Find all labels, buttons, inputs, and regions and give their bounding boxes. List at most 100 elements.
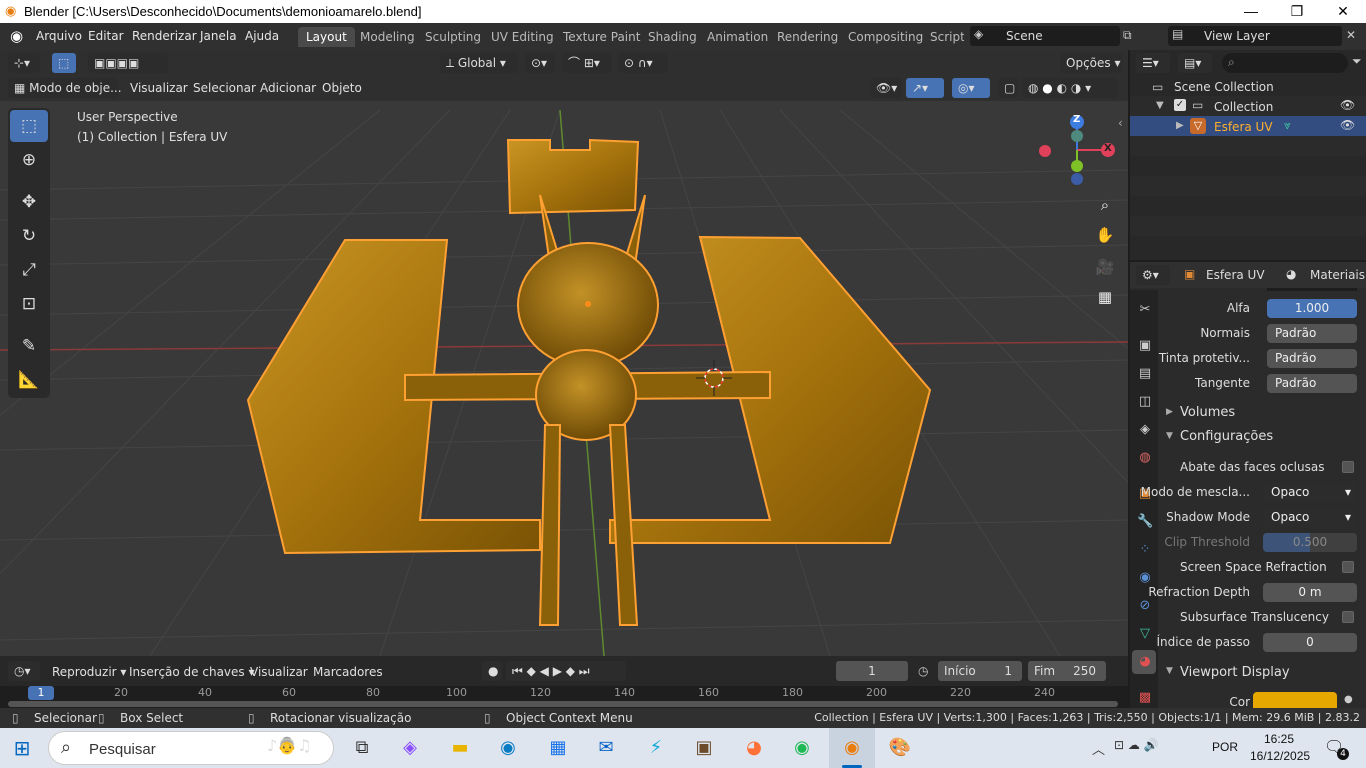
options-dropdown[interactable]: Opções ▾: [1060, 53, 1122, 73]
view-layer-tab-icon[interactable]: ◫: [1137, 394, 1153, 410]
edge-icon[interactable]: ◉: [490, 732, 526, 764]
xray-icon[interactable]: ▢: [998, 78, 1018, 98]
display-mode-icon[interactable]: ▤▾: [1178, 53, 1212, 73]
view-layer-selector[interactable]: ▤ View Layer: [1168, 26, 1342, 46]
scale-tool-icon[interactable]: ⤢: [10, 254, 48, 286]
record-icon[interactable]: ●: [482, 661, 502, 681]
taskbar-search-box[interactable]: ⌕ Pesquisar ♪👵♫: [48, 731, 334, 765]
markers-menu[interactable]: Marcadores: [313, 665, 383, 679]
properties-editor-type-icon[interactable]: ⚙▾: [1136, 265, 1170, 285]
alfa-field[interactable]: 1.000: [1267, 299, 1357, 318]
start-frame-field[interactable]: Início 1: [938, 661, 1022, 681]
select-box-tool-icon[interactable]: ⬚: [10, 110, 48, 142]
viewport-display-panel-header[interactable]: Viewport Display: [1180, 665, 1290, 680]
task-view-icon[interactable]: ⧉: [344, 732, 380, 764]
settings-collapse-icon[interactable]: ▼: [1166, 431, 1173, 441]
windows-start-icon[interactable]: ⊞: [4, 732, 40, 764]
expand-collection-icon[interactable]: ▼: [1156, 100, 1164, 111]
constraints-tab-icon[interactable]: ⊘: [1137, 598, 1153, 614]
clock-date[interactable]: 16/12/2025: [1250, 749, 1310, 763]
timeline-editor-type-icon[interactable]: ◷▾: [8, 661, 40, 681]
volumes-panel-header[interactable]: Volumes: [1180, 405, 1235, 420]
tab-rendering[interactable]: Rendering: [769, 27, 846, 47]
material-tab-icon[interactable]: ◕: [1137, 654, 1153, 670]
keying-menu[interactable]: Inserção de chaves ▾: [129, 665, 255, 679]
pan-hand-icon[interactable]: ✋: [1092, 222, 1118, 248]
annotate-tool-icon[interactable]: ✎: [10, 330, 48, 362]
select-mode-icon[interactable]: ⬚: [52, 53, 76, 73]
menu-arquivo[interactable]: Arquivo: [36, 29, 82, 43]
3d-viewport[interactable]: Z X ⊹▾ ⬚ ▣▣▣▣ ⟂ Global ▾ ⊙▾ ⌒ ⊞▾ ⊙ ∩▾ Op…: [0, 50, 1128, 656]
minimize-button[interactable]: —: [1228, 0, 1274, 23]
color-swatch[interactable]: [1253, 692, 1337, 708]
menu-adicionar[interactable]: Adicionar: [260, 81, 316, 95]
playhead[interactable]: 1: [28, 686, 54, 700]
gizmo-toggle-icon[interactable]: ↗▾: [906, 78, 944, 98]
playback-controls[interactable]: ⏮ ◆ ◀ ▶ ◆ ⏭: [506, 661, 626, 681]
scene-selector[interactable]: ◈ Scene: [970, 26, 1120, 46]
collection-checkbox[interactable]: ✓: [1174, 99, 1186, 111]
pass-index-field[interactable]: 0: [1263, 633, 1357, 652]
tab-sculpting[interactable]: Sculpting: [417, 27, 489, 47]
outliner-search-input[interactable]: ⌕: [1222, 53, 1348, 73]
zoom-icon[interactable]: ⌕: [1092, 192, 1118, 218]
proportional-edit-icon[interactable]: ⊙ ∩▾: [618, 53, 668, 73]
menu-renderizar[interactable]: Renderizar: [132, 29, 197, 43]
scene-tab-icon[interactable]: ◈: [1137, 422, 1153, 438]
end-frame-field[interactable]: Fim 250: [1028, 661, 1106, 681]
object-visibility-icon[interactable]: 👁: [1340, 118, 1355, 132]
sidebar-toggle-icon[interactable]: ‹: [1118, 116, 1123, 130]
visibility-eye-icon[interactable]: 👁▾: [870, 78, 902, 98]
blender-taskbar-icon[interactable]: ◉: [834, 732, 870, 764]
menu-ajuda[interactable]: Ajuda: [245, 29, 279, 43]
timeline-view-menu[interactable]: Visualizar: [250, 665, 308, 679]
tangent-field[interactable]: Padrão: [1267, 374, 1357, 393]
game-icon[interactable]: ▣: [686, 732, 722, 764]
shadow-mode-dropdown[interactable]: Opaco ▾: [1263, 508, 1357, 527]
blend-mode-dropdown[interactable]: Opaco ▾: [1263, 483, 1357, 502]
tab-layout[interactable]: Layout: [298, 27, 355, 47]
tab-modeling[interactable]: Modeling: [352, 27, 423, 47]
timeline-ruler[interactable]: 1 20 40 60 80 100 120 140 160 180 200 22…: [0, 686, 1128, 708]
transform-tool-icon[interactable]: ⊡: [10, 288, 48, 320]
rotate-tool-icon[interactable]: ↻: [10, 220, 48, 252]
new-scene-icon[interactable]: ⧉: [1123, 28, 1132, 43]
editor-type-button[interactable]: ⊹▾: [8, 53, 40, 73]
timeline-scrollbar[interactable]: [8, 701, 1118, 707]
overlay-toggle-icon[interactable]: ◎▾: [952, 78, 990, 98]
measure-tool-icon[interactable]: 📐: [10, 364, 48, 396]
maximize-button[interactable]: ❐: [1274, 0, 1320, 23]
camera-view-icon[interactable]: 🎥: [1092, 254, 1118, 280]
object-label[interactable]: Esfera UV: [1214, 120, 1273, 134]
menu-objeto[interactable]: Objeto: [322, 81, 362, 95]
tray-icons[interactable]: ⊡ ☁ 🔊: [1114, 738, 1159, 752]
menu-editar[interactable]: Editar: [88, 29, 124, 43]
menu-janela[interactable]: Janela: [200, 29, 237, 43]
tab-texture-paint[interactable]: Texture Paint: [555, 27, 648, 47]
tab-compositing[interactable]: Compositing: [840, 27, 931, 47]
transform-orientation-dropdown[interactable]: ⟂ Global ▾: [440, 53, 518, 73]
store-icon[interactable]: ▦: [540, 732, 576, 764]
clock-time[interactable]: 16:25: [1264, 732, 1294, 746]
world-tab-icon[interactable]: ◍: [1137, 450, 1153, 466]
file-explorer-icon[interactable]: ▬: [442, 732, 478, 764]
language-indicator[interactable]: POR: [1212, 740, 1238, 754]
outliner-editor-type-icon[interactable]: ☰▾: [1136, 53, 1170, 73]
physics-tab-icon[interactable]: ◉: [1137, 570, 1153, 586]
mesh-data-icon[interactable]: ⩔: [1284, 118, 1291, 133]
menu-selecionar[interactable]: Selecionar: [193, 81, 256, 95]
ssr-checkbox[interactable]: [1342, 561, 1354, 573]
filter-icon[interactable]: ⏷: [1352, 54, 1362, 69]
clip-threshold-field[interactable]: 0.500: [1263, 533, 1357, 552]
mode-dropdown[interactable]: ▦ Modo de obje...: [8, 78, 122, 98]
collection-visibility-icon[interactable]: 👁: [1340, 98, 1355, 112]
outlook-icon[interactable]: ✉: [588, 732, 624, 764]
expand-object-icon[interactable]: ▶: [1176, 120, 1184, 131]
close-button[interactable]: ✕: [1320, 0, 1366, 23]
current-frame-field[interactable]: 1: [836, 661, 908, 681]
perspective-toggle-icon[interactable]: ▦: [1092, 284, 1118, 310]
tint-field[interactable]: Padrão: [1267, 349, 1357, 368]
backface-checkbox[interactable]: [1342, 461, 1354, 473]
snap-icon[interactable]: ⌒ ⊞▾: [562, 53, 612, 73]
shading-modes[interactable]: ◍ ● ◐ ◑ ▾: [1022, 78, 1118, 98]
